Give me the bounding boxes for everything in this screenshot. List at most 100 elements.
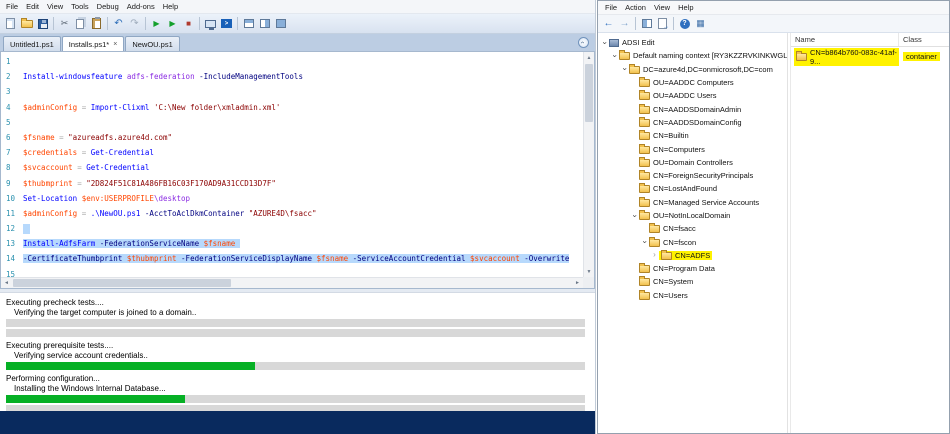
forward-button[interactable]: → [617, 16, 632, 31]
ise-menu-debug[interactable]: Debug [93, 2, 123, 11]
tree-item-cn-adfs[interactable]: ›CN=ADFS [598, 249, 787, 262]
scroll-down-icon[interactable]: ▼ [584, 266, 594, 277]
adsi-menu-view[interactable]: View [650, 3, 674, 12]
chevron-collapsed-icon[interactable]: › [650, 251, 659, 259]
ise-menu-view[interactable]: View [43, 2, 67, 11]
tab-installs-ps1[interactable]: Installs.ps1*× [62, 36, 125, 51]
tree-item-cn-fscon[interactable]: ›CN=fscon [598, 235, 787, 248]
token: Set-Location [23, 194, 77, 203]
adsi-menu-action[interactable]: Action [621, 3, 650, 12]
script-pane-top-button[interactable] [241, 16, 256, 31]
scroll-left-icon[interactable]: ◄ [1, 278, 12, 288]
toolbar-separator [635, 17, 636, 30]
chevron-expanded-icon[interactable]: › [620, 65, 629, 73]
line-text: $thubmprint = "2D824F51C81A486FB16C03F17… [23, 176, 583, 191]
code-area[interactable]: 12Install-windowsfeature adfs-federation… [1, 52, 583, 277]
ise-menu-help[interactable]: Help [159, 2, 182, 11]
tree-item-adsi-edit[interactable]: ›ADSI Edit [598, 36, 787, 49]
editor-vertical-scrollbar[interactable]: ▲ ▼ [583, 52, 594, 277]
forward-icon: → [620, 18, 630, 29]
ise-menu-tools[interactable]: Tools [67, 2, 93, 11]
code-line: 1 [1, 54, 583, 69]
chevron-expanded-icon[interactable]: › [630, 212, 639, 220]
tree-item-cn-computers[interactable]: CN=Computers [598, 142, 787, 155]
list-row-cn-b864b760-083c-41af-9[interactable]: CN=b864b760-083c-41af-9...container [791, 50, 949, 63]
script-pane-max-button[interactable] [273, 16, 288, 31]
selection-stub [23, 224, 30, 234]
token: -ServiceAccountCredential [353, 254, 466, 263]
tree-item-cn-builtin[interactable]: CN=Builtin [598, 129, 787, 142]
line-segment: Install-AdfsFarm -FederationServiceName … [23, 239, 240, 248]
chevron-expanded-icon[interactable]: › [600, 39, 609, 47]
new-script-button[interactable] [3, 16, 18, 31]
editor-horizontal-scrollbar[interactable]: ◄ ► [1, 277, 583, 288]
tab-untitled1-ps1[interactable]: Untitled1.ps1 [3, 36, 61, 51]
list-cell-class: container [899, 52, 949, 61]
code-line: 7$credentials = Get-Credential [1, 145, 583, 160]
chevron-expanded-icon[interactable]: › [610, 52, 619, 60]
tree-item-cn-users[interactable]: CN=Users [598, 289, 787, 302]
tree-item-cn-aaddsdomainconfig[interactable]: CN=AADDSDomainConfig [598, 116, 787, 129]
tree-item-ou-domain-controllers[interactable]: OU=Domain Controllers [598, 156, 787, 169]
tree-item-cn-lostandfound[interactable]: CN=LostAndFound [598, 182, 787, 195]
run-selection-button[interactable]: ▶ [165, 16, 180, 31]
ise-menu-add-ons[interactable]: Add-ons [123, 2, 159, 11]
script-pane-max-icon [276, 19, 286, 28]
run-script-button[interactable]: ▶ [149, 16, 164, 31]
tree-item-cn-system[interactable]: CN=System [598, 275, 787, 288]
progress-group: Executing precheck tests....Verifying th… [0, 298, 595, 337]
code-line: 9$thubmprint = "2D824F51C81A486FB16C03F1… [1, 176, 583, 191]
horizontal-scroll-thumb[interactable] [13, 279, 231, 287]
progress-bar-fill [6, 362, 255, 370]
tree-item-cn-fsacc[interactable]: CN=fsacc [598, 222, 787, 235]
action-pane-button[interactable]: ▦ [693, 16, 708, 31]
vertical-scroll-thumb[interactable] [585, 64, 593, 122]
ise-menu-edit[interactable]: Edit [22, 2, 43, 11]
tree-item-ou-aaddc-users[interactable]: OU=AADDC Users [598, 89, 787, 102]
copy-button[interactable] [73, 16, 88, 31]
ise-menu-file[interactable]: File [2, 2, 22, 11]
stop-operation-button[interactable]: ■ [181, 16, 196, 31]
tree-item-cn-managed-service-accounts[interactable]: CN=Managed Service Accounts [598, 196, 787, 209]
column-header-class[interactable]: Class [899, 33, 949, 46]
tree-item-ou-aaddc-computers[interactable]: OU=AADDC Computers [598, 76, 787, 89]
start-powershell-button[interactable]: > [219, 16, 234, 31]
tree-item-cn-aaddsdomainadmin[interactable]: CN=AADDSDomainAdmin [598, 102, 787, 115]
cut-button[interactable]: ✂ [57, 16, 72, 31]
paste-button[interactable] [89, 16, 104, 31]
column-header-name[interactable]: Name [791, 33, 899, 46]
adsi-menu-file[interactable]: File [601, 3, 621, 12]
tree-item-cn-foreignsecurityprincipals[interactable]: CN=ForeignSecurityPrincipals [598, 169, 787, 182]
line-number: 13 [1, 236, 23, 251]
save-button[interactable] [35, 16, 50, 31]
console-tree-button[interactable] [639, 16, 654, 31]
tab-newou-ps1[interactable]: NewOU.ps1 [125, 36, 179, 51]
close-icon[interactable]: × [113, 41, 117, 48]
back-button[interactable]: ← [601, 16, 616, 31]
script-pane-collapse-button[interactable]: › [578, 37, 589, 48]
redo-button[interactable]: ↷ [127, 16, 142, 31]
help-button[interactable]: ? [677, 16, 692, 31]
tree-item-dc-azure4d-dc-onmicrosoft-dc-com[interactable]: ›DC=azure4d,DC=onmicrosoft,DC=com [598, 63, 787, 76]
toolbar-separator [107, 17, 108, 30]
undo-button[interactable]: ↶ [111, 16, 126, 31]
start-powershell-icon: > [221, 19, 232, 28]
script-editor[interactable]: 12Install-windowsfeature adfs-federation… [0, 51, 595, 289]
tree-item-label: OU=AADDC Users [653, 91, 717, 100]
new-remote-tab-button[interactable] [203, 16, 218, 31]
tree-item-default-naming-context-ry3kzzrvkinkwgl-a[interactable]: ›Default naming context [RY3KZZRVKINKWGL… [598, 49, 787, 62]
progress-bar [6, 319, 585, 327]
naming-context-icon [619, 52, 630, 60]
tree-item-ou-notinlocaldomain[interactable]: ›OU=NotInLocalDomain [598, 209, 787, 222]
scroll-right-icon[interactable]: ► [572, 278, 583, 288]
scroll-up-icon[interactable]: ▲ [584, 52, 594, 63]
highlighted-tree-entry: CN=ADFS [659, 251, 712, 260]
script-pane-right-button[interactable] [257, 16, 272, 31]
token: $fsname [23, 133, 55, 142]
export-list-button[interactable] [655, 16, 670, 31]
powershell-console-pane[interactable] [0, 411, 595, 434]
tree-item-cn-program-data[interactable]: CN=Program Data [598, 262, 787, 275]
open-script-button[interactable] [19, 16, 34, 31]
adsi-menu-help[interactable]: Help [674, 3, 697, 12]
chevron-expanded-icon[interactable]: › [640, 238, 649, 246]
